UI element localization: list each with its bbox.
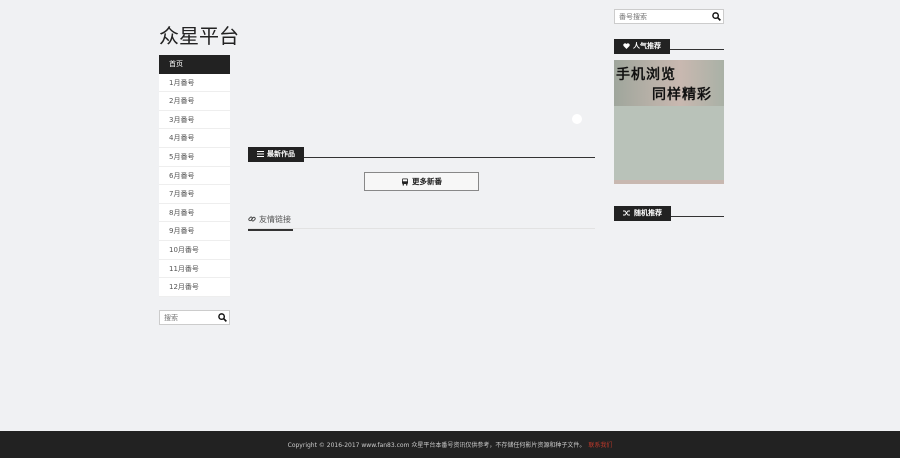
- site-title[interactable]: 众星平台: [159, 20, 239, 49]
- friend-links-label: 友情链接: [259, 214, 291, 224]
- code-search-input[interactable]: [615, 10, 709, 23]
- link-icon: [248, 216, 256, 222]
- nav-item-home[interactable]: 首页: [159, 55, 230, 74]
- left-search-input[interactable]: [160, 311, 215, 324]
- latest-label: 最新作品: [267, 150, 295, 158]
- heart-icon: [623, 43, 630, 49]
- popular-label: 人气推荐: [633, 42, 661, 50]
- promo-line-1: 手机浏览: [616, 67, 676, 83]
- search-icon[interactable]: [709, 12, 723, 21]
- mobile-promo-banner[interactable]: 手机浏览 同样精彩: [614, 60, 724, 184]
- promo-bottom-strip: [614, 180, 724, 184]
- nav-item-nov[interactable]: 11月番号: [159, 259, 230, 279]
- friend-links-section: 友情链接: [248, 208, 595, 231]
- random-label: 随机推荐: [634, 209, 662, 217]
- promo-line-2: 同样精彩: [652, 87, 712, 103]
- nav-item-jul[interactable]: 7月番号: [159, 185, 230, 204]
- latest-tag: 最新作品: [248, 146, 304, 162]
- contact-link[interactable]: 联系我们: [588, 440, 612, 449]
- nav-item-jan[interactable]: 1月番号: [159, 73, 230, 93]
- popular-section-header: 人气推荐: [614, 34, 724, 54]
- footer-copyright: Copyright © 2016-2017 www.fan83.com 众星平台…: [287, 442, 586, 449]
- search-icon[interactable]: [215, 313, 229, 322]
- nav-item-mar[interactable]: 3月番号: [159, 110, 230, 130]
- random-tag: 随机推荐: [614, 205, 671, 221]
- shuffle-icon: [623, 210, 630, 216]
- nav-item-feb[interactable]: 2月番号: [159, 92, 230, 111]
- nav-item-apr[interactable]: 4月番号: [159, 129, 230, 148]
- footer: Copyright © 2016-2017 www.fan83.com 众星平台…: [0, 431, 900, 458]
- latest-section-header: 最新作品: [248, 142, 595, 162]
- nav-item-jun[interactable]: 6月番号: [159, 166, 230, 186]
- nav-item-aug[interactable]: 8月番号: [159, 203, 230, 223]
- bus-icon: [402, 178, 408, 186]
- nav-item-dec[interactable]: 12月番号: [159, 278, 230, 297]
- friend-links-tab[interactable]: 友情链接: [248, 210, 293, 231]
- nav-item-oct[interactable]: 10月番号: [159, 240, 230, 260]
- left-search-box: [159, 310, 230, 325]
- right-search-box: [614, 9, 724, 24]
- slider-dot[interactable]: [572, 114, 582, 124]
- nav-item-sep[interactable]: 9月番号: [159, 222, 230, 241]
- popular-tag: 人气推荐: [614, 38, 670, 54]
- more-new-label: 更多新番: [412, 177, 442, 186]
- random-section-header: 随机推荐: [614, 201, 724, 221]
- promo-image: 手机浏览 同样精彩: [614, 60, 724, 106]
- side-nav: 首页 1月番号 2月番号 3月番号 4月番号 5月番号 6月番号 7月番号 8月…: [159, 55, 230, 297]
- more-new-button[interactable]: 更多新番: [364, 172, 479, 191]
- list-icon: [257, 151, 264, 157]
- nav-item-may[interactable]: 5月番号: [159, 147, 230, 167]
